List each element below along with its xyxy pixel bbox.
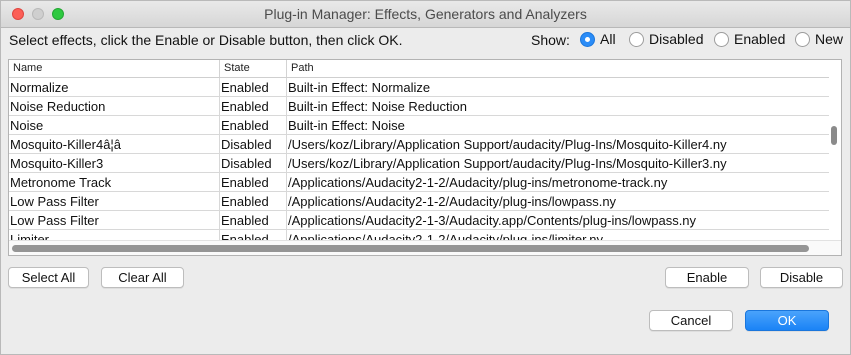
radio-label: Disabled [649,31,704,47]
cell-name: Noise [9,116,220,135]
show-filter-label: Show: [531,32,570,48]
cell-path: /Applications/Audacity2-1-3/Audacity.app… [288,213,697,228]
vertical-scroll-thumb[interactable] [831,126,837,145]
radio-label: Enabled [734,31,786,47]
radio-indicator[interactable] [714,31,729,47]
vertical-scrollbar[interactable] [829,60,840,240]
title-bar: Plug-in Manager: Effects, Generators and… [1,1,850,28]
cell-path: Built-in Effect: Noise Reduction [288,99,467,114]
radio-label: New [815,31,844,47]
cell-path: /Users/koz/Library/Application Support/a… [288,137,727,152]
filter-radio-disabled[interactable]: Disabled [629,30,703,48]
cell-state: Enabled [220,192,287,211]
enable-button[interactable]: Enable [665,267,749,288]
cell-path: /Applications/Audacity2-1-2/Audacity/plu… [288,194,617,209]
table-body: Normalize Enabled Built-in Effect: Norma… [9,78,829,249]
horizontal-scrollbar[interactable] [9,240,841,255]
cell-path: /Applications/Audacity2-1-2/Audacity/plu… [288,175,668,190]
filter-radio-new[interactable]: New [795,30,843,48]
plugin-table[interactable]: Name State Path Normalize Enabled Built-… [8,59,842,256]
radio-indicator[interactable] [580,31,595,47]
cell-path: Built-in Effect: Normalize [288,80,431,95]
disable-button[interactable]: Disable [760,267,843,288]
table-row[interactable]: Noise Enabled Built-in Effect: Noise [9,116,829,135]
table-row[interactable]: Low Pass Filter Enabled /Applications/Au… [9,211,829,230]
radio-indicator[interactable] [795,31,810,47]
column-header-path[interactable]: Path [287,60,829,77]
instructions-text: Select effects, click the Enable or Disa… [9,32,403,48]
table-row[interactable]: Normalize Enabled Built-in Effect: Norma… [9,78,829,97]
cell-state: Enabled [220,173,287,192]
table-row[interactable]: Mosquito-Killer4â¦â Disabled /Users/koz/… [9,135,829,154]
table-row[interactable]: Metronome Track Enabled /Applications/Au… [9,173,829,192]
table-row[interactable]: Noise Reduction Enabled Built-in Effect:… [9,97,829,116]
cell-state: Disabled [220,135,287,154]
cell-name: Mosquito-Killer3 [9,154,220,173]
cell-name: Low Pass Filter [9,192,220,211]
table-row[interactable]: Mosquito-Killer3 Disabled /Users/koz/Lib… [9,154,829,173]
radio-indicator[interactable] [629,31,644,47]
radio-label: All [600,31,616,47]
select-all-button[interactable]: Select All [8,267,89,288]
cell-name: Low Pass Filter [9,211,220,230]
cell-path: /Users/koz/Library/Application Support/a… [288,156,727,171]
column-header-state[interactable]: State [220,60,287,77]
clear-all-button[interactable]: Clear All [101,267,184,288]
cell-name: Normalize [9,78,220,97]
column-header-name[interactable]: Name [9,60,220,77]
cell-name: Mosquito-Killer4â¦â [9,135,220,154]
cell-name: Metronome Track [9,173,220,192]
table-header: Name State Path [9,60,829,78]
cell-state: Enabled [220,116,287,135]
cell-state: Disabled [220,154,287,173]
cell-state: Enabled [220,78,287,97]
ok-button[interactable]: OK [745,310,829,331]
filter-radio-enabled[interactable]: Enabled [714,30,785,48]
window-title: Plug-in Manager: Effects, Generators and… [264,6,587,22]
horizontal-scroll-thumb[interactable] [12,245,809,252]
plugin-manager-window: Plug-in Manager: Effects, Generators and… [0,0,851,355]
table-row[interactable]: Low Pass Filter Enabled /Applications/Au… [9,192,829,211]
filter-radio-all[interactable]: All [580,30,616,48]
cell-state: Enabled [220,211,287,230]
cancel-button[interactable]: Cancel [649,310,733,331]
cell-state: Enabled [220,97,287,116]
cell-name: Noise Reduction [9,97,220,116]
cell-path: Built-in Effect: Noise [288,118,405,133]
